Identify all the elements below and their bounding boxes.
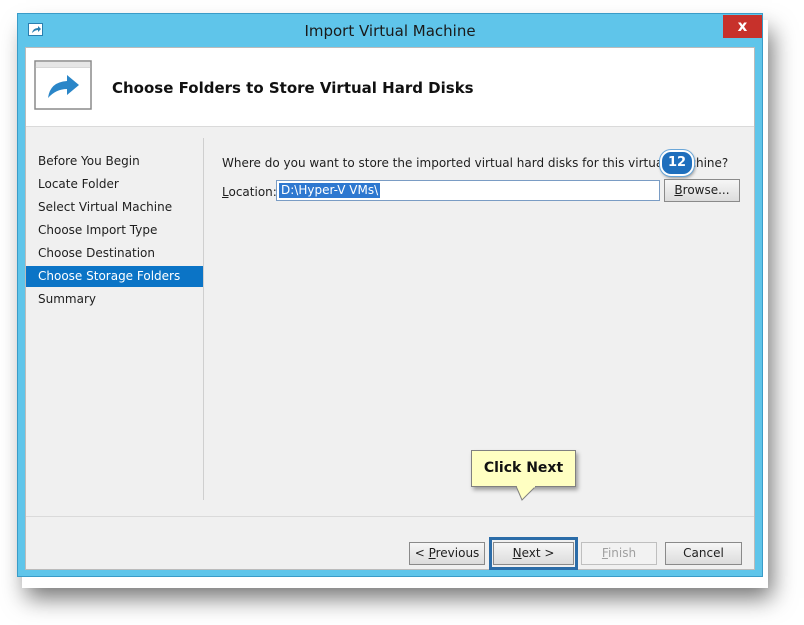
nav-item-locate-folder[interactable]: Locate Folder bbox=[26, 174, 203, 195]
page-title: Choose Folders to Store Virtual Hard Dis… bbox=[112, 79, 474, 97]
nav-item-before-you-begin[interactable]: Before You Begin bbox=[26, 151, 203, 172]
close-button[interactable]: x bbox=[723, 15, 762, 38]
storage-question: Where do you want to store the imported … bbox=[222, 156, 729, 170]
finish-button[interactable]: Finish bbox=[581, 542, 657, 565]
wizard-step-nav: Before You Begin Locate Folder Select Vi… bbox=[26, 151, 203, 312]
browse-button[interactable]: Browse... bbox=[664, 179, 740, 202]
next-label: ext > bbox=[521, 546, 555, 560]
nav-item-summary[interactable]: Summary bbox=[26, 289, 203, 310]
nav-item-select-virtual-machine[interactable]: Select Virtual Machine bbox=[26, 197, 203, 218]
import-vm-window: Import Virtual Machine x Choose Folders … bbox=[17, 13, 763, 577]
next-button[interactable]: Next > bbox=[493, 542, 574, 565]
previous-button[interactable]: < Previous bbox=[409, 542, 485, 565]
cancel-button[interactable]: Cancel bbox=[665, 542, 742, 565]
window-title: Import Virtual Machine bbox=[304, 22, 476, 40]
nav-item-choose-storage-folders[interactable]: Choose Storage Folders bbox=[26, 266, 203, 287]
browse-accesskey: B bbox=[674, 183, 683, 197]
previous-accesskey: P bbox=[428, 546, 436, 560]
nav-item-choose-import-type[interactable]: Choose Import Type bbox=[26, 220, 203, 241]
browse-label: rowse... bbox=[682, 183, 730, 197]
previous-prefix: < bbox=[414, 546, 429, 560]
location-label: Location: bbox=[222, 185, 277, 199]
nav-item-choose-destination[interactable]: Choose Destination bbox=[26, 243, 203, 264]
click-next-callout: Click Next bbox=[471, 450, 576, 487]
wizard-header: Choose Folders to Store Virtual Hard Dis… bbox=[26, 48, 754, 127]
step-badge: 12 bbox=[660, 150, 694, 176]
title-bar[interactable]: Import Virtual Machine x bbox=[18, 14, 762, 47]
location-label-text: ocation: bbox=[228, 185, 277, 199]
previous-label: revious bbox=[435, 546, 480, 560]
callout-pointer bbox=[515, 486, 537, 501]
nav-divider bbox=[203, 138, 204, 500]
finish-label: inish bbox=[607, 546, 637, 560]
next-accesskey: N bbox=[512, 546, 522, 560]
import-arrow-icon bbox=[34, 60, 92, 113]
location-value: D:\Hyper-V VMs\ bbox=[279, 183, 381, 198]
location-input[interactable]: D:\Hyper-V VMs\ bbox=[276, 180, 660, 201]
footer-divider bbox=[26, 516, 754, 517]
close-icon: x bbox=[737, 17, 748, 35]
wizard-client-area: Choose Folders to Store Virtual Hard Dis… bbox=[25, 47, 755, 570]
